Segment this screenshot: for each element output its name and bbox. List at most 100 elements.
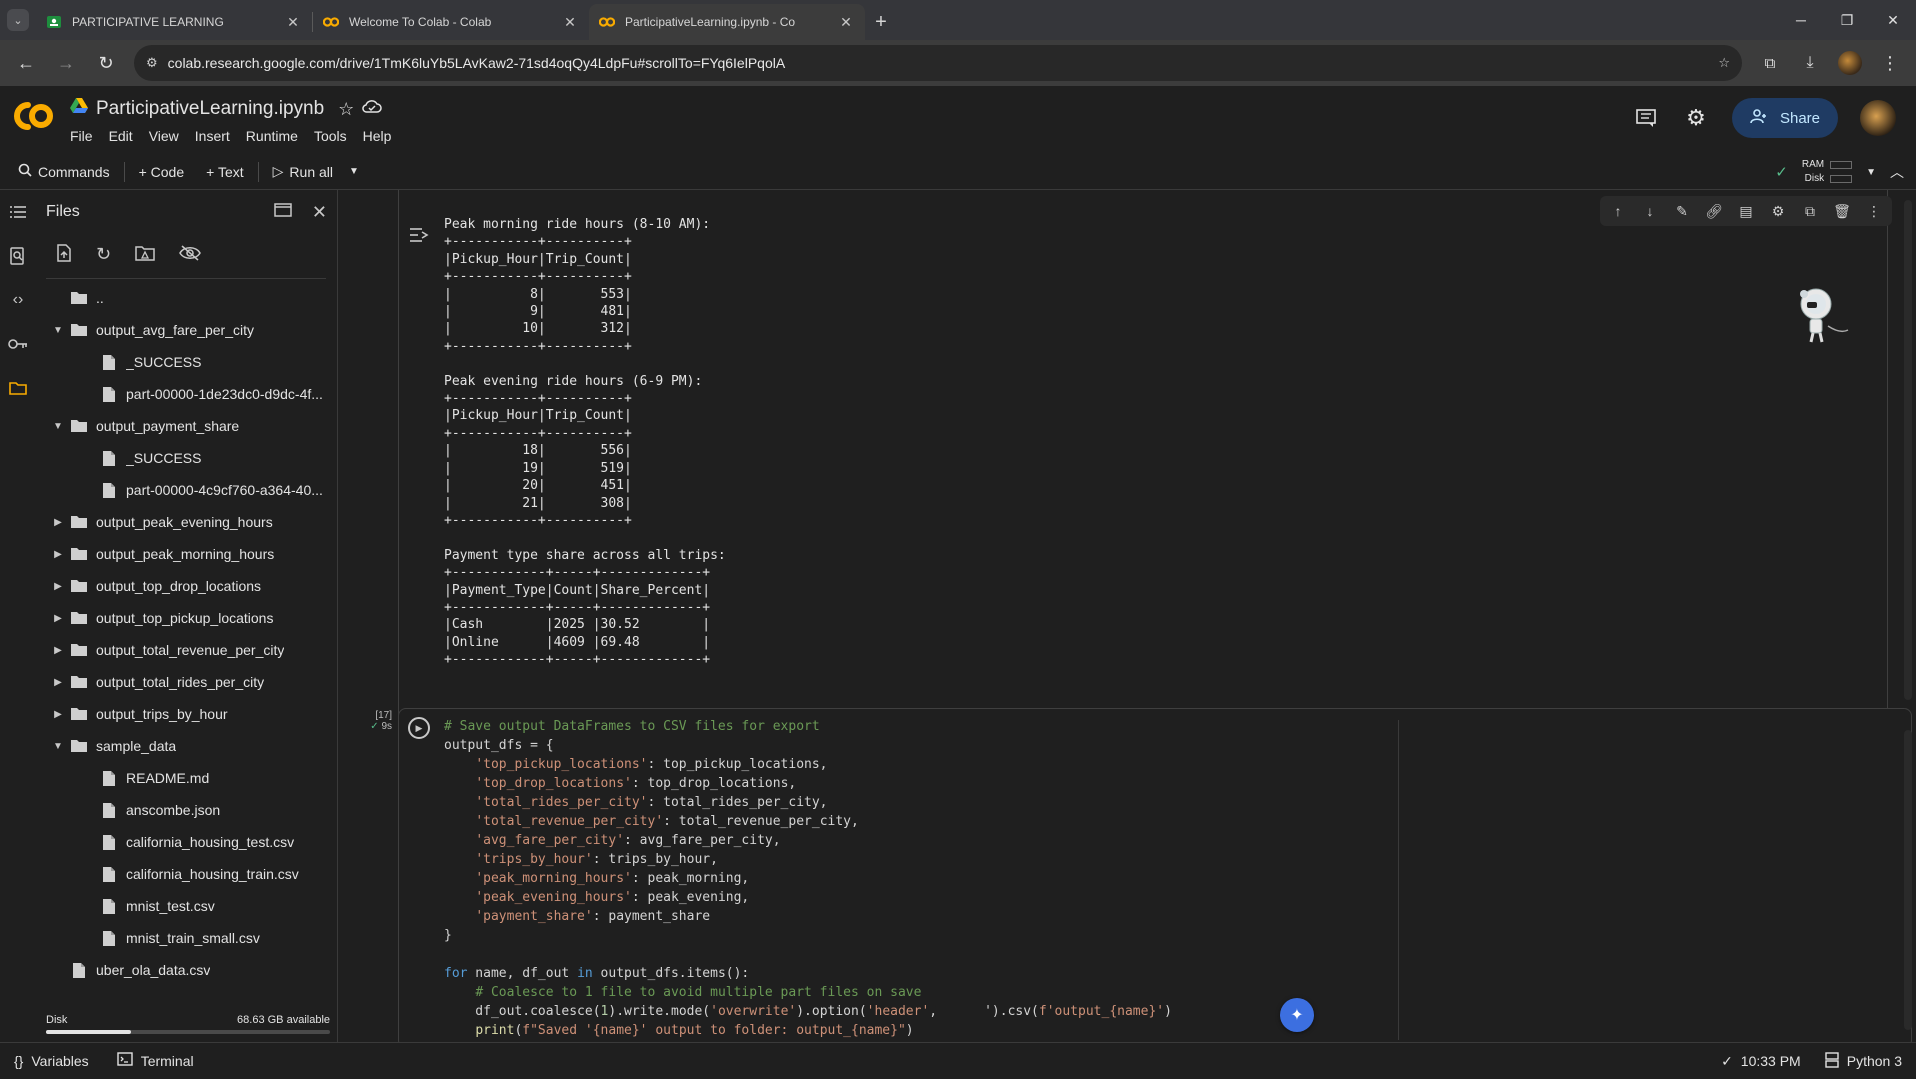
browser-tab-2[interactable]: Welcome To Colab - Colab ✕: [313, 4, 589, 40]
comments-icon[interactable]: [1632, 104, 1660, 132]
commands-button[interactable]: Commands: [10, 157, 118, 187]
runtime-type[interactable]: Python 3: [1825, 1051, 1902, 1071]
folder-item[interactable]: ▶ output_top_pickup_locations: [36, 602, 336, 634]
move-cell-up-icon[interactable]: ↑: [1608, 201, 1628, 221]
code-snippets-icon[interactable]: ‹›: [0, 278, 36, 322]
folder-item[interactable]: ▼ output_avg_fare_per_city: [36, 314, 336, 346]
browser-menu-icon[interactable]: ⋮: [1872, 45, 1908, 81]
file-item[interactable]: README.md: [36, 762, 336, 794]
download-icon[interactable]: ⤓: [1792, 45, 1828, 81]
runtime-dropdown-icon[interactable]: ▼: [1866, 167, 1876, 178]
menu-insert[interactable]: Insert: [195, 128, 230, 144]
close-icon[interactable]: ✕: [561, 13, 579, 31]
secrets-key-icon[interactable]: [0, 322, 36, 366]
files-folder-icon[interactable]: [0, 366, 36, 410]
run-cell-button[interactable]: ▶: [408, 717, 430, 739]
collapse-header-icon[interactable]: ︿: [1890, 162, 1904, 182]
close-icon[interactable]: ✕: [284, 13, 302, 31]
account-avatar[interactable]: [1860, 100, 1896, 136]
terminal-button[interactable]: Terminal: [103, 1052, 208, 1069]
folder-item[interactable]: ▶ output_total_revenue_per_city: [36, 634, 336, 666]
menu-view[interactable]: View: [149, 128, 179, 144]
run-all-button[interactable]: ▷ Run all: [265, 157, 341, 187]
execution-status[interactable]: ✓ 10:33 PM: [1721, 1053, 1801, 1070]
folder-item[interactable]: ▼ sample_data: [36, 730, 336, 762]
omnibox[interactable]: ⚙ colab.research.google.com/drive/1TmK6l…: [134, 45, 1742, 81]
star-icon[interactable]: ☆: [338, 99, 354, 120]
mount-drive-icon[interactable]: [135, 245, 155, 264]
profile-avatar[interactable]: [1832, 45, 1868, 81]
new-tab-button[interactable]: +: [865, 4, 897, 40]
upload-file-icon[interactable]: [56, 243, 72, 265]
file-item[interactable]: uber_ola_data.csv: [36, 954, 336, 986]
menu-help[interactable]: Help: [363, 128, 392, 144]
more-options-icon[interactable]: ⋮: [1864, 201, 1884, 221]
browser-tab-1[interactable]: PARTICIPATIVE LEARNING ✕: [36, 4, 312, 40]
expand-open-icon[interactable]: ▼: [48, 736, 68, 756]
folder-item[interactable]: ▶ output_peak_morning_hours: [36, 538, 336, 570]
expand-open-icon[interactable]: ▼: [48, 320, 68, 340]
ram-disk-indicator[interactable]: RAM Disk: [1802, 158, 1853, 186]
url-text[interactable]: colab.research.google.com/drive/1TmK6luY…: [168, 55, 1709, 71]
comment-icon[interactable]: ▤: [1736, 201, 1756, 221]
menu-tools[interactable]: Tools: [314, 128, 347, 144]
find-replace-icon[interactable]: [0, 234, 36, 278]
file-item[interactable]: mnist_test.csv: [36, 890, 336, 922]
gemini-sparkle-button[interactable]: ✦: [1280, 998, 1314, 1032]
delete-trash-icon[interactable]: 🗑︎: [1832, 201, 1852, 221]
reload-icon[interactable]: ↻: [88, 45, 124, 81]
mirror-cell-icon[interactable]: ⧉: [1800, 201, 1820, 221]
code-editor[interactable]: # Save output DataFrames to CSV files fo…: [444, 717, 1172, 1040]
variables-button[interactable]: {} Variables: [0, 1053, 103, 1069]
close-icon[interactable]: ✕: [837, 13, 855, 31]
refresh-icon[interactable]: ↻: [96, 244, 111, 265]
add-text-button[interactable]: + Text: [198, 157, 252, 187]
expand-open-icon[interactable]: ▼: [48, 416, 68, 436]
restore-icon[interactable]: ❐: [1824, 0, 1870, 40]
colab-logo[interactable]: [10, 96, 56, 136]
table-of-contents-icon[interactable]: [0, 190, 36, 234]
link-icon[interactable]: 🔗︎: [1704, 201, 1724, 221]
cell-settings-icon[interactable]: ⚙: [1768, 201, 1788, 221]
menu-edit[interactable]: Edit: [109, 128, 133, 144]
forward-arrow-icon[interactable]: →: [48, 45, 84, 81]
menu-file[interactable]: File: [70, 128, 93, 144]
expand-closed-icon[interactable]: ▶: [48, 544, 68, 564]
run-all-dropdown[interactable]: ▼: [347, 157, 361, 187]
hide-files-icon[interactable]: [179, 244, 201, 264]
output-actions-icon[interactable]: [408, 226, 430, 248]
expand-closed-icon[interactable]: ▶: [48, 512, 68, 532]
minimize-icon[interactable]: ─: [1778, 0, 1824, 40]
move-cell-down-icon[interactable]: ↓: [1640, 201, 1660, 221]
settings-gear-icon[interactable]: ⚙: [1682, 104, 1710, 132]
expand-closed-icon[interactable]: ▶: [48, 640, 68, 660]
file-item[interactable]: california_housing_test.csv: [36, 826, 336, 858]
folder-item[interactable]: ▶ output_trips_by_hour: [36, 698, 336, 730]
file-item[interactable]: _SUCCESS: [36, 346, 336, 378]
back-arrow-icon[interactable]: ←: [8, 45, 44, 81]
file-item[interactable]: _SUCCESS: [36, 442, 336, 474]
file-item[interactable]: part-00000-4c9cf760-a364-40...: [36, 474, 336, 506]
close-window-icon[interactable]: ✕: [1870, 0, 1916, 40]
folder-item[interactable]: ▼ output_payment_share: [36, 410, 336, 442]
menu-runtime[interactable]: Runtime: [246, 128, 298, 144]
folder-item[interactable]: ▶ output_top_drop_locations: [36, 570, 336, 602]
folder-item[interactable]: ..: [36, 282, 336, 314]
notebook-scrollbar[interactable]: [1904, 730, 1912, 1030]
folder-item[interactable]: ▶ output_total_rides_per_city: [36, 666, 336, 698]
share-button[interactable]: Share: [1731, 98, 1838, 138]
expand-closed-icon[interactable]: ▶: [48, 608, 68, 628]
site-settings-icon[interactable]: ⚙: [146, 55, 158, 71]
file-item[interactable]: california_housing_train.csv: [36, 858, 336, 890]
file-item[interactable]: anscombe.json: [36, 794, 336, 826]
file-item[interactable]: part-00000-1de23dc0-d9dc-4f...: [36, 378, 336, 410]
bookmark-star-icon[interactable]: ☆: [1718, 55, 1730, 71]
edit-pencil-icon[interactable]: ✎: [1672, 201, 1692, 221]
open-in-tab-icon[interactable]: [274, 202, 292, 223]
folder-item[interactable]: ▶ output_peak_evening_hours: [36, 506, 336, 538]
cloud-saved-icon[interactable]: [362, 98, 383, 120]
browser-tab-3[interactable]: ParticipativeLearning.ipynb - Co ✕: [589, 4, 865, 40]
add-code-button[interactable]: + Code: [131, 157, 193, 187]
file-item[interactable]: mnist_train_small.csv: [36, 922, 336, 954]
tab-search-button[interactable]: ⌄: [0, 0, 36, 40]
